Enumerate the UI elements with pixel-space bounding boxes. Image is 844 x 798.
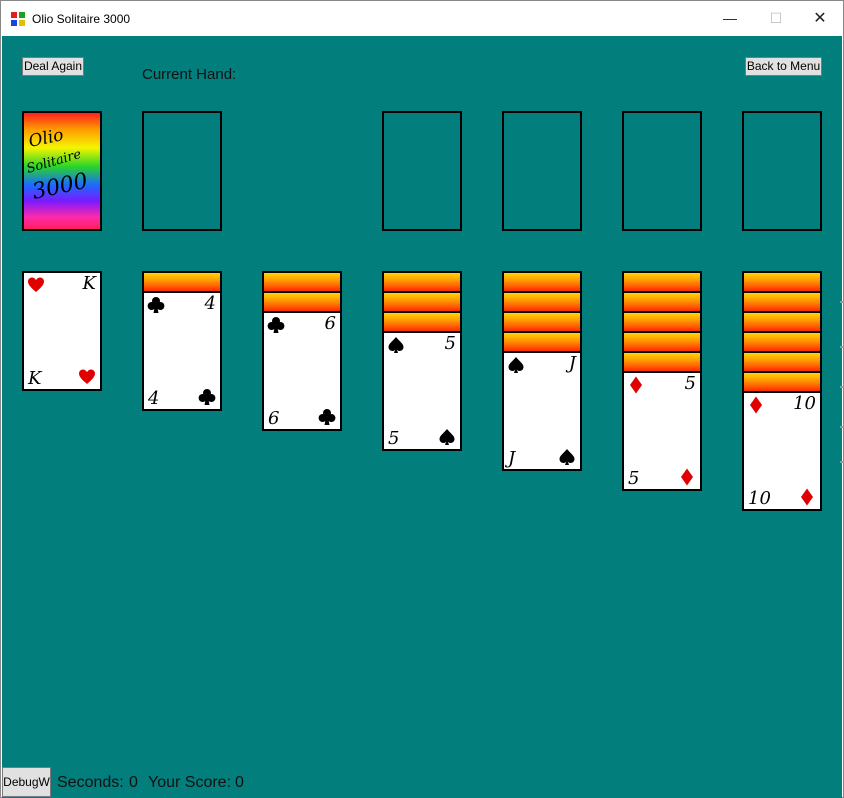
card-rank: 5 — [628, 468, 640, 489]
face-down-card[interactable] — [142, 271, 222, 291]
title-bar[interactable]: Olio Solitaire 3000 — ☐ ✕ — [1, 1, 843, 35]
maximize-button[interactable]: ☐ — [753, 1, 799, 35]
spade-icon — [508, 357, 524, 373]
face-down-card[interactable] — [502, 291, 582, 311]
diamond-icon — [681, 468, 693, 486]
diamond-icon — [801, 488, 813, 506]
card-rank: 10 — [793, 393, 816, 414]
face-down-card[interactable] — [742, 351, 822, 371]
tableau-column-3[interactable]: 66 — [262, 271, 342, 431]
card-rank: 6 — [324, 313, 336, 334]
face-down-card[interactable] — [382, 271, 462, 291]
card-rank: 5 — [388, 428, 400, 449]
face-down-card[interactable] — [742, 371, 822, 391]
face-down-card[interactable] — [502, 271, 582, 291]
spade-icon — [439, 429, 455, 445]
game-window: Olio Solitaire 3000 — ☐ ✕ Deal Again Cur… — [0, 0, 844, 798]
spade-icon — [559, 449, 575, 465]
scroll-marker — [840, 426, 844, 428]
heart-icon — [28, 277, 44, 292]
stock-deck[interactable]: Olio Solitaire 3000 — [22, 111, 102, 231]
face-down-card[interactable] — [622, 331, 702, 351]
card-rank: J — [568, 353, 576, 374]
face-down-card[interactable] — [742, 291, 822, 311]
scroll-marker — [840, 461, 844, 463]
card-rank: K — [82, 273, 96, 294]
game-table: Deal Again Current Hand: Back to Menu Ol… — [2, 36, 844, 798]
tableau-column-1[interactable]: KK — [22, 271, 102, 391]
waste-slot[interactable] — [142, 111, 222, 231]
score-label: Your Score: — [148, 774, 232, 791]
card-rank: 4 — [148, 388, 160, 409]
card-rank: J — [508, 448, 516, 469]
face-up-card[interactable]: 10 10 — [742, 391, 822, 511]
close-button[interactable]: ✕ — [797, 1, 843, 35]
face-down-card[interactable] — [502, 331, 582, 351]
face-down-card[interactable] — [622, 291, 702, 311]
tableau-column-4[interactable]: 55 — [382, 271, 462, 451]
score-value: 0 — [235, 774, 244, 791]
club-icon — [147, 297, 165, 313]
foundation-slot-2[interactable] — [502, 111, 582, 231]
foundation-slot-1[interactable] — [382, 111, 462, 231]
card-rank: 5 — [684, 373, 696, 394]
club-icon — [198, 389, 216, 405]
diamond-icon — [750, 396, 762, 414]
face-down-card[interactable] — [382, 311, 462, 331]
face-down-card[interactable] — [622, 311, 702, 331]
foundation-slot-3[interactable] — [622, 111, 702, 231]
face-up-card[interactable]: 55 — [622, 371, 702, 491]
seconds-value: 0 — [129, 774, 138, 791]
face-up-card[interactable]: KK — [22, 271, 102, 391]
face-down-card[interactable] — [382, 291, 462, 311]
face-down-card[interactable] — [742, 271, 822, 291]
current-hand-label: Current Hand: — [142, 66, 237, 83]
debug-window-button[interactable]: DebugW — [2, 767, 51, 797]
club-icon — [267, 317, 285, 333]
face-down-card[interactable] — [502, 311, 582, 331]
face-up-card[interactable]: JJ — [502, 351, 582, 471]
scroll-marker — [840, 386, 844, 388]
heart-icon — [79, 369, 95, 384]
face-down-card[interactable] — [742, 331, 822, 351]
spade-icon — [388, 337, 404, 353]
face-down-card[interactable] — [262, 271, 342, 291]
diamond-icon — [630, 376, 642, 394]
scroll-marker — [840, 301, 844, 303]
tableau-column-7[interactable]: 10 10 — [742, 271, 822, 511]
minimize-button[interactable]: — — [707, 1, 753, 35]
face-down-card[interactable] — [622, 351, 702, 371]
deal-again-button[interactable]: Deal Again — [22, 57, 84, 76]
svg-text:Olio: Olio — [27, 125, 65, 152]
app-icon — [10, 11, 26, 27]
svg-text:3000: 3000 — [30, 169, 90, 205]
tableau-column-6[interactable]: 55 — [622, 271, 702, 491]
face-down-card[interactable] — [262, 291, 342, 311]
card-rank: 10 — [748, 488, 771, 509]
back-to-menu-button[interactable]: Back to Menu — [745, 57, 822, 76]
club-icon — [318, 409, 336, 425]
card-rank: K — [28, 368, 42, 389]
face-up-card[interactable]: 44 — [142, 291, 222, 411]
tableau-column-2[interactable]: 44 — [142, 271, 222, 411]
window-title: Olio Solitaire 3000 — [32, 12, 131, 26]
face-up-card[interactable]: 66 — [262, 311, 342, 431]
face-down-card[interactable] — [622, 271, 702, 291]
seconds-label: Seconds: — [57, 774, 124, 791]
scroll-marker — [840, 346, 844, 348]
tableau-column-5[interactable]: JJ — [502, 271, 582, 471]
card-rank: 6 — [268, 408, 280, 429]
deck-logo: Olio Solitaire 3000 — [25, 125, 90, 205]
face-down-card[interactable] — [742, 311, 822, 331]
foundation-slot-4[interactable] — [742, 111, 822, 231]
card-rank: 4 — [204, 293, 216, 314]
card-rank: 5 — [444, 333, 456, 354]
face-up-card[interactable]: 55 — [382, 331, 462, 451]
